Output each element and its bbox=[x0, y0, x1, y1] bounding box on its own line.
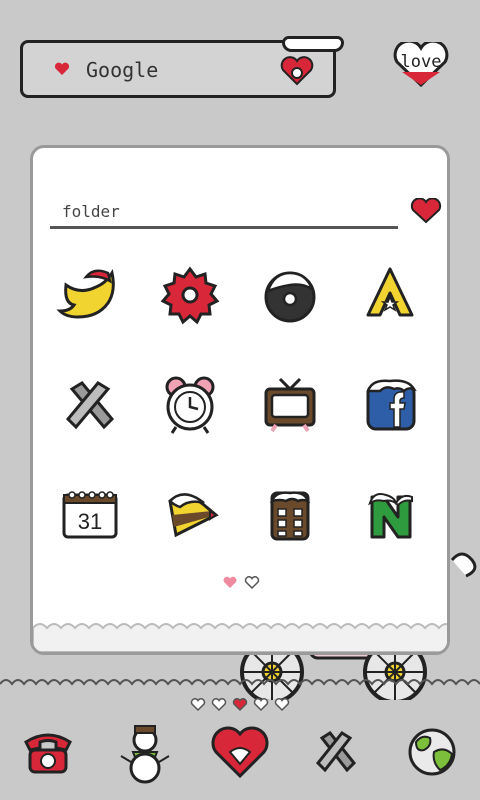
search-label: Google bbox=[86, 58, 159, 82]
naver-n-icon[interactable] bbox=[350, 475, 430, 555]
folder-name-field[interactable]: folder bbox=[62, 202, 120, 221]
scalloped-border bbox=[33, 623, 447, 652]
facebook-icon[interactable] bbox=[350, 365, 430, 445]
home-page-indicator bbox=[190, 698, 290, 712]
heart-icon[interactable] bbox=[200, 712, 280, 792]
tools-icon[interactable] bbox=[296, 712, 376, 792]
phone-icon[interactable] bbox=[8, 712, 88, 792]
tv-icon[interactable] bbox=[250, 365, 330, 445]
calendar-day-text: 31 bbox=[78, 509, 102, 534]
donut-icon[interactable] bbox=[250, 255, 330, 335]
settings-gear-icon[interactable] bbox=[150, 255, 230, 335]
alarm-clock-icon[interactable] bbox=[150, 365, 230, 445]
heart-icon bbox=[54, 62, 70, 75]
love-label: love bbox=[400, 52, 442, 72]
snow-cap-decoration bbox=[282, 36, 344, 52]
calendar-icon[interactable]: 31 bbox=[50, 475, 130, 555]
globe-icon[interactable] bbox=[392, 712, 472, 792]
heart-icon bbox=[410, 198, 442, 224]
folder-page-indicator bbox=[223, 576, 260, 590]
calculator-icon[interactable] bbox=[250, 475, 330, 555]
snowman-icon[interactable] bbox=[105, 712, 185, 792]
folder-name-underline bbox=[50, 226, 398, 229]
heart-mic-icon[interactable] bbox=[280, 56, 314, 86]
cake-slice-icon[interactable] bbox=[150, 475, 230, 555]
twitter-bird-icon[interactable] bbox=[50, 255, 130, 335]
dock-divider bbox=[0, 679, 480, 686]
tools-icon[interactable] bbox=[50, 365, 130, 445]
app-store-a-icon[interactable] bbox=[350, 255, 430, 335]
